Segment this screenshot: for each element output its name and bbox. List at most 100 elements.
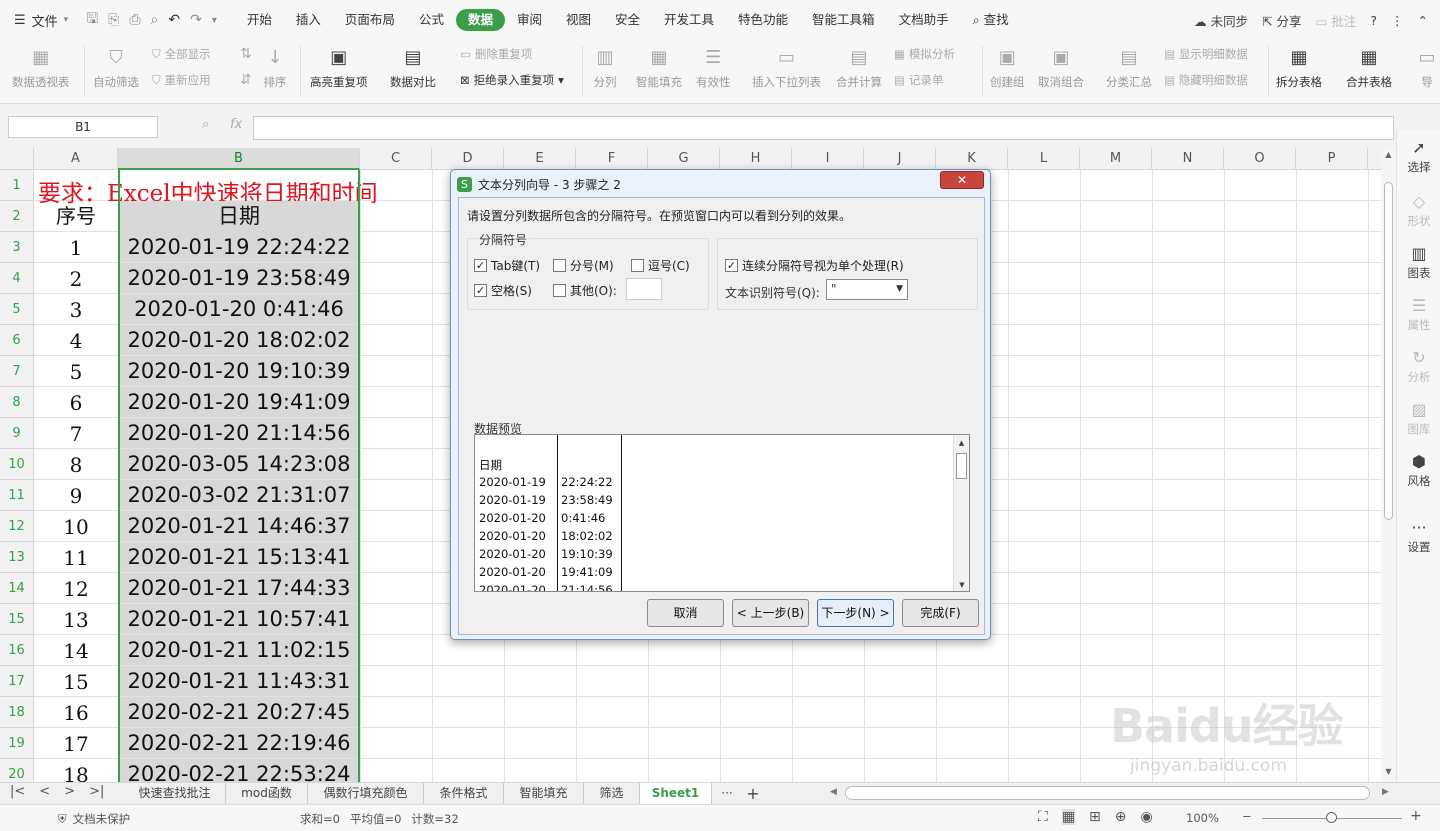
row-header[interactable]: 10: [0, 449, 34, 480]
text-qualifier-select[interactable]: " ▼: [826, 279, 908, 300]
cell-datetime[interactable]: 2020-03-02 21:31:07: [119, 480, 359, 510]
zoom-out-icon[interactable]: −: [1242, 809, 1252, 823]
formula-input[interactable]: [253, 116, 1394, 140]
collapse-icon[interactable]: ⌃: [1418, 13, 1428, 28]
highlight-duplicates-button[interactable]: ▣ 高亮重复项: [310, 46, 368, 90]
reapply-button[interactable]: ⛉ 重新应用: [152, 72, 211, 88]
smart-fill-button[interactable]: ▦ 智能填充: [636, 46, 682, 90]
tab-security[interactable]: 安全: [603, 9, 652, 31]
col-header-i[interactable]: I: [792, 148, 864, 170]
cell-seq[interactable]: 14: [34, 635, 118, 665]
fullscreen-icon[interactable]: ⛶: [1038, 809, 1048, 825]
col-header-n[interactable]: N: [1152, 148, 1224, 170]
col-header-l[interactable]: L: [1008, 148, 1080, 170]
eye-icon[interactable]: ◉: [1141, 809, 1153, 825]
sync-button[interactable]: ☁ 未同步: [1194, 11, 1248, 30]
sheet-tab-5[interactable]: 智能填充: [504, 783, 584, 804]
next-sheet-icon[interactable]: >: [64, 784, 75, 799]
row-header[interactable]: 17: [0, 666, 34, 697]
cell-seq[interactable]: 3: [34, 294, 118, 324]
cell-seq[interactable]: 16: [34, 697, 118, 727]
cell-datetime[interactable]: 2020-01-21 17:44:33: [119, 573, 359, 603]
tab-doc-assistant[interactable]: 文档助手: [887, 9, 961, 31]
merge-calc-button[interactable]: ▤ 合并计算: [836, 46, 882, 90]
cell-datetime[interactable]: 2020-02-21 20:27:45: [119, 697, 359, 727]
side-chart[interactable]: ▥ 图表: [1397, 244, 1440, 281]
row-header[interactable]: 4: [0, 263, 34, 294]
horizontal-scroll-thumb[interactable]: [845, 786, 1370, 800]
select-all-corner[interactable]: [0, 148, 34, 170]
page-break-icon[interactable]: ⊞: [1089, 809, 1101, 825]
sheet-tab-4[interactable]: 条件格式: [424, 783, 504, 804]
sheet-tab-active[interactable]: Sheet1: [640, 783, 712, 804]
undo-icon[interactable]: ↶: [168, 12, 180, 28]
subtotal-button[interactable]: ▤ 分类汇总: [1106, 46, 1152, 90]
cell-datetime[interactable]: 2020-01-20 18:02:02: [119, 325, 359, 355]
col-header-f[interactable]: F: [576, 148, 648, 170]
header-cell-date[interactable]: 日期: [119, 201, 359, 232]
row-header[interactable]: 3: [0, 232, 34, 263]
cell-seq[interactable]: 13: [34, 604, 118, 634]
tab-data[interactable]: 数据: [455, 9, 505, 31]
help-icon[interactable]: ?: [1370, 13, 1377, 28]
col-header-d[interactable]: D: [432, 148, 504, 170]
row-header[interactable]: 6: [0, 325, 34, 356]
sheet-tab-3[interactable]: 偶数行填充颜色: [308, 783, 424, 804]
col-header-b[interactable]: B: [118, 148, 360, 170]
side-shape[interactable]: ◇ 形状: [1397, 192, 1440, 229]
more-icon[interactable]: ▾: [212, 15, 217, 26]
col-header-m[interactable]: M: [1080, 148, 1152, 170]
col-header-j[interactable]: J: [864, 148, 936, 170]
scroll-thumb[interactable]: [1384, 182, 1393, 520]
cell-seq[interactable]: 17: [34, 728, 118, 758]
tab-view[interactable]: 视图: [554, 9, 603, 31]
file-menu[interactable]: ☰ 文件 ▾: [0, 0, 78, 40]
hscroll-right-icon[interactable]: ▶: [1382, 787, 1389, 797]
tab-toolbox[interactable]: 智能工具箱: [800, 9, 887, 31]
print-icon[interactable]: ⎙: [129, 12, 140, 28]
dialog-close-button[interactable]: ✕: [940, 171, 984, 189]
ungroup-button[interactable]: ▣ 取消组合: [1038, 46, 1084, 90]
row-header[interactable]: 2: [0, 201, 34, 232]
scroll-up-icon[interactable]: ▲: [954, 439, 969, 447]
cell-datetime[interactable]: 2020-01-20 19:10:39: [119, 356, 359, 386]
preview-scrollbar[interactable]: ▲ ▼: [953, 435, 969, 591]
split-column-button[interactable]: ▥ 分列: [592, 46, 618, 90]
tab-layout[interactable]: 页面布局: [333, 9, 407, 31]
finish-button[interactable]: 完成(F): [902, 599, 979, 627]
fx-icon[interactable]: fx: [230, 117, 242, 132]
tab-start[interactable]: 开始: [235, 9, 284, 31]
cell-seq[interactable]: 10: [34, 511, 118, 541]
row-header[interactable]: 1: [0, 170, 34, 201]
cell-seq[interactable]: 9: [34, 480, 118, 510]
row-header[interactable]: 5: [0, 294, 34, 325]
first-sheet-icon[interactable]: |<: [10, 784, 25, 799]
search-button[interactable]: ⌕ 查找: [961, 9, 1021, 31]
last-sheet-icon[interactable]: >|: [89, 784, 104, 799]
add-sheet-icon[interactable]: +: [742, 783, 764, 804]
scroll-up-icon[interactable]: ▲: [1381, 150, 1396, 159]
row-header[interactable]: 20: [0, 759, 34, 782]
row-header[interactable]: 9: [0, 418, 34, 449]
remove-duplicates-button[interactable]: ▭ 删除重复项: [460, 46, 532, 62]
side-gallery[interactable]: ▨ 图库: [1397, 400, 1440, 437]
consecutive-delimiter-checkbox[interactable]: ✓ 连续分隔符号视为单个处理(R): [725, 257, 904, 274]
cell-datetime[interactable]: 2020-01-19 22:24:22: [119, 232, 359, 262]
row-header[interactable]: 7: [0, 356, 34, 387]
col-header-k[interactable]: K: [936, 148, 1008, 170]
merge-table-button[interactable]: ▦ 合并表格: [1346, 46, 1392, 90]
show-detail-button[interactable]: ▤ 显示明细数据: [1164, 46, 1248, 62]
row-header[interactable]: 16: [0, 635, 34, 666]
data-preview[interactable]: 日期 2020-01-19 22:24:22 2020-01-19 23:58:49 20…: [474, 434, 970, 592]
cell-seq[interactable]: 4: [34, 325, 118, 355]
export-icon[interactable]: ⎘: [108, 12, 119, 28]
row-header[interactable]: 19: [0, 728, 34, 759]
autofilter-button[interactable]: ⛉ 自动筛选: [93, 46, 139, 90]
insert-dropdown-button[interactable]: ▭ 插入下拉列表: [752, 46, 821, 90]
cell-datetime[interactable]: 2020-01-20 21:14:56: [119, 418, 359, 448]
more-vert-icon[interactable]: ⋮: [1391, 13, 1404, 28]
sheet-tab-1[interactable]: 快速查找批注: [124, 783, 226, 804]
tab-developer[interactable]: 开发工具: [652, 9, 726, 31]
cell-datetime[interactable]: 2020-01-21 14:46:37: [119, 511, 359, 541]
side-properties[interactable]: ☰ 属性: [1397, 296, 1440, 333]
